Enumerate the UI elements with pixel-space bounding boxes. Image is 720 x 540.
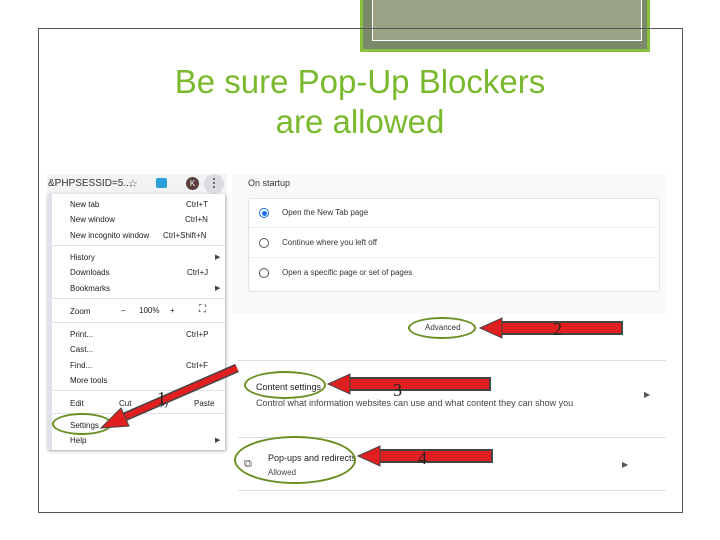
step-number-1: 1	[157, 388, 166, 408]
step-number-4: 4	[418, 448, 427, 468]
url-text: &PHPSESSID=5...	[48, 178, 132, 189]
menu-item-help[interactable]: Help	[70, 436, 86, 445]
step-number-3: 3	[393, 380, 402, 400]
radio-specific-pages[interactable]	[259, 268, 269, 278]
radio-label: Continue where you left off	[282, 238, 378, 247]
star-icon[interactable]: ☆	[128, 177, 138, 190]
menu-item-new-incognito-window[interactable]: New incognito window	[70, 231, 149, 240]
avatar[interactable]: K	[186, 177, 199, 190]
radio-label: Open the New Tab page	[282, 208, 369, 217]
content-settings-description: Control what information websites can us…	[256, 398, 574, 408]
menu-item-print[interactable]: Print...	[70, 330, 93, 339]
menu-item-cast[interactable]: Cast...	[70, 345, 93, 354]
menu-item-downloads[interactable]: Downloads	[70, 268, 110, 277]
menu-item-new-tab[interactable]: New tab	[70, 200, 99, 209]
arrow-3-icon	[326, 373, 491, 395]
menu-shortcut: Ctrl+N	[185, 215, 208, 224]
zoom-in-button[interactable]: +	[170, 306, 175, 315]
zoom-level: 100%	[139, 306, 160, 315]
radio-open-new-tab[interactable]	[259, 208, 269, 218]
option-divider	[248, 257, 658, 258]
on-startup-heading: On startup	[248, 178, 291, 188]
menu-divider	[52, 245, 225, 246]
menu-divider	[52, 322, 225, 323]
arrow-2-icon	[478, 317, 623, 339]
menu-item-find[interactable]: Find...	[70, 361, 92, 370]
slide-title: Be sure Pop-Up Blockers are allowed	[100, 62, 620, 142]
menu-shortcut: Ctrl+J	[187, 268, 209, 277]
menu-item-edit: Edit	[70, 399, 84, 408]
chevron-right-icon: ▶	[215, 437, 221, 444]
content-settings-highlight-ellipse	[244, 371, 326, 399]
step-number-2: 2	[553, 319, 562, 339]
menu-item-zoom: Zoom	[70, 307, 91, 316]
radio-continue-where-left[interactable]	[259, 238, 269, 248]
arrow-1-icon	[99, 363, 239, 429]
slide-title-line-1: Be sure Pop-Up Blockers	[174, 63, 546, 100]
slide-title-line-2: are allowed	[275, 103, 445, 140]
popups-highlight-ellipse	[234, 436, 356, 484]
chevron-right-icon: ▶	[622, 460, 629, 469]
menu-item-history[interactable]: History	[70, 253, 95, 262]
menu-item-bookmarks[interactable]: Bookmarks	[70, 284, 110, 293]
menu-item-new-window[interactable]: New window	[70, 215, 115, 224]
menu-divider	[52, 298, 225, 299]
chevron-right-icon: ▶	[215, 285, 221, 292]
chevron-right-icon: ▶	[644, 390, 651, 399]
advanced-highlight-ellipse	[408, 317, 476, 339]
kebab-menu-button[interactable]	[204, 174, 224, 194]
kebab-menu-icon	[213, 178, 215, 180]
extension-icon[interactable]	[156, 178, 167, 188]
fullscreen-icon[interactable]: ⛶	[199, 304, 206, 315]
radio-label: Open a specific page or set of pages	[282, 268, 413, 277]
menu-shortcut: Ctrl+T	[186, 200, 208, 209]
menu-shortcut: Ctrl+P	[186, 330, 209, 339]
menu-shortcut: Ctrl+Shift+N	[163, 231, 207, 240]
chevron-right-icon: ▶	[215, 254, 221, 261]
option-divider	[248, 227, 658, 228]
zoom-out-button[interactable]: –	[121, 306, 125, 315]
